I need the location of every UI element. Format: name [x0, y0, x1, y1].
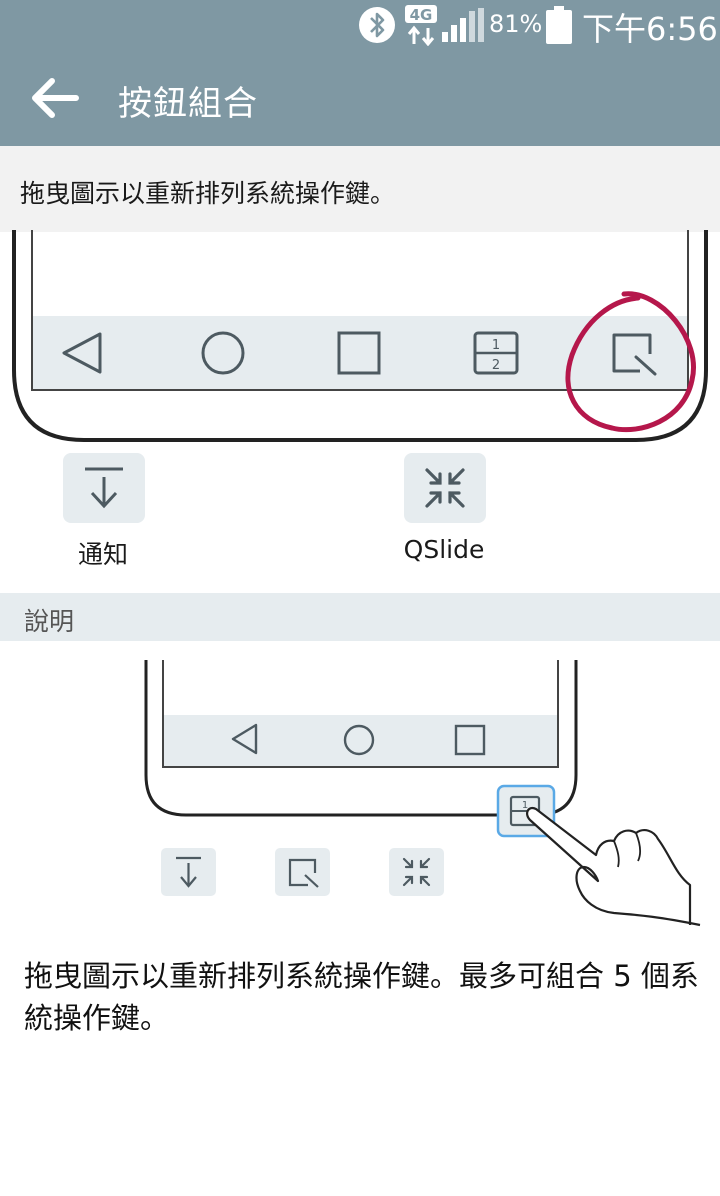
- notification-label: 通知: [77, 540, 128, 569]
- battery-icon: [546, 6, 572, 44]
- arrow-left-icon[interactable]: [28, 76, 80, 120]
- pointing-hand-illustration: [526, 806, 701, 927]
- nav-bar-preview: 1 2: [12, 230, 708, 442]
- notification-down-icon: [85, 467, 123, 509]
- instruction-text: 拖曳圖示以重新排列系統操作鍵。: [20, 179, 396, 208]
- dragged-button-digit: 1: [522, 800, 528, 811]
- signal-icon: [442, 8, 484, 42]
- network-type-label: 4G: [410, 6, 433, 24]
- dual-window-digit-2: 2: [492, 358, 500, 373]
- help-section-header: 說明: [0, 593, 720, 641]
- help-description: 拖曳圖示以重新排列系統操作鍵。最多可組合 5 個系統操作鍵。: [24, 959, 699, 1035]
- qslide-icon: [425, 468, 465, 508]
- page-title: 按鈕組合: [118, 84, 258, 124]
- bluetooth-icon: [359, 7, 395, 43]
- notification-button[interactable]: [63, 453, 145, 523]
- clock: 下午6:56: [582, 10, 718, 48]
- dual-window-digit-1: 1: [492, 338, 500, 353]
- qslide-button[interactable]: [404, 453, 486, 523]
- network-4g-icon: 4G: [405, 5, 437, 46]
- qslide-label: QSlide: [403, 535, 485, 564]
- help-section-title: 說明: [24, 607, 75, 636]
- instruction-strip: 拖曳圖示以重新排列系統操作鍵。: [0, 146, 720, 232]
- app-bar: 按鈕組合: [0, 50, 720, 146]
- help-illustration: 1: [144, 660, 701, 927]
- status-bar: 4G 81% 下午6:56: [0, 0, 720, 50]
- battery-percent: 81%: [489, 10, 543, 38]
